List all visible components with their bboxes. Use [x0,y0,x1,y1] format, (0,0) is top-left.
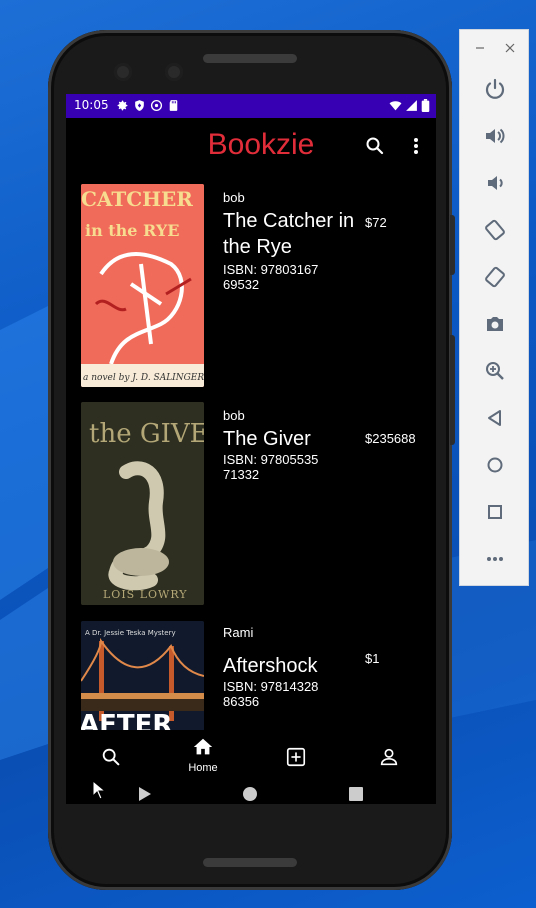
overview-icon [488,505,502,519]
book-cover-image: A Dr. Jessie Teska Mystery AFTER [81,621,204,731]
volume-side-button [450,335,455,445]
settings-icon [117,100,128,111]
rotate-right-icon [485,266,505,288]
home-circle-icon [487,457,503,473]
bottom-navigation: Home [66,730,436,782]
nav-search[interactable] [76,746,146,772]
overview-square-icon[interactable] [348,786,364,802]
book-title: Aftershock [223,655,318,677]
account-icon [380,748,398,766]
app-bar: Bookzie [66,118,436,174]
back-icon [488,410,501,426]
search-icon [102,748,120,766]
toolbar-window-controls [460,38,530,58]
volume-down-icon [488,176,503,190]
rotate-left-icon [485,219,505,241]
cover-title-text: the GIVER [89,419,204,449]
battery-icon [421,99,430,112]
book-list-item[interactable]: CATCHER in the RYE a novel by J. D. SALI… [81,184,421,389]
camera-icon [487,317,503,331]
rotate-right-button[interactable] [483,265,507,289]
more-button[interactable] [483,547,507,571]
more-icon [487,557,503,561]
status-time: 10:05 [74,98,109,112]
volume-down-button[interactable] [483,171,507,195]
power-icon [485,78,505,99]
book-cover-image: CATCHER in the RYE a novel by J. D. SALI… [81,184,204,387]
nav-add[interactable] [261,746,331,772]
home-circle-icon[interactable] [242,786,258,802]
zoom-button[interactable] [483,359,507,383]
book-price: $235688 [365,431,416,446]
book-isbn: ISBN: 9780553571332 [223,452,319,482]
phone-frame: 10:05 Bookzie CATCHER in the RYE a novel… [48,30,455,890]
nav-home[interactable]: Home [168,736,238,774]
overflow-menu-button[interactable] [404,134,428,158]
book-list-item[interactable]: A Dr. Jessie Teska Mystery AFTER Rami Af… [81,621,421,731]
screenshot-button[interactable] [483,312,507,336]
book-price: $1 [365,651,380,666]
nav-home-label: Home [188,762,218,774]
overview-button[interactable] [483,500,507,524]
cover-title-text: CATCHER [81,187,193,211]
bottom-speaker [203,858,297,867]
system-navigation-bar [66,782,436,804]
shield-icon [135,100,144,111]
zoom-icon [486,362,504,380]
sd-card-icon [169,100,178,111]
book-price: $72 [365,215,387,230]
sync-icon [150,99,163,112]
power-side-button [450,215,455,275]
minimize-icon[interactable] [475,43,485,53]
cover-author-text: LOIS LOWRY [103,588,188,601]
back-triangle-icon[interactable] [138,786,152,802]
book-list-item[interactable]: the GIVER LOIS LOWRY bob The Giver ISBN:… [81,402,421,607]
volume-up-icon [486,128,505,144]
app-title: Bookzie [207,128,315,161]
book-title: The Giver [223,428,311,450]
cover-subtitle-text: in the RYE [85,221,179,240]
power-button[interactable] [483,77,507,101]
status-bar: 10:05 [66,94,436,118]
book-cover-image: the GIVER LOIS LOWRY [81,402,204,605]
nav-profile[interactable] [354,746,424,772]
signal-icon [406,100,417,111]
front-sensor [165,63,183,81]
device-screen: 10:05 Bookzie CATCHER in the RYE a novel… [66,94,436,804]
more-vert-icon [414,138,418,154]
book-isbn: ISBN: 9781432886356 [223,679,319,709]
cover-banner-text: AFTER [81,710,172,731]
wifi-icon [389,101,402,111]
home-button[interactable] [483,453,507,477]
volume-up-button[interactable] [483,124,507,148]
home-icon [193,738,213,755]
book-isbn: ISBN: 9780316769532 [223,262,319,292]
back-button[interactable] [483,406,507,430]
cover-title-text: A Dr. Jessie Teska Mystery [85,629,176,637]
cover-author-text: a novel by J. D. SALINGER [83,373,204,383]
mouse-cursor-icon [92,780,106,800]
add-box-icon [286,747,306,767]
book-seller: bob [223,190,245,205]
rotate-left-button[interactable] [483,218,507,242]
search-icon [366,137,384,155]
earpiece [203,54,297,63]
book-seller: Rami [223,625,254,640]
search-button[interactable] [363,134,387,158]
front-camera [114,63,132,81]
book-seller: bob [223,408,245,423]
emulator-toolbar [459,29,529,586]
book-title: The Catcher in the Rye [223,210,355,258]
close-icon[interactable] [505,43,515,53]
